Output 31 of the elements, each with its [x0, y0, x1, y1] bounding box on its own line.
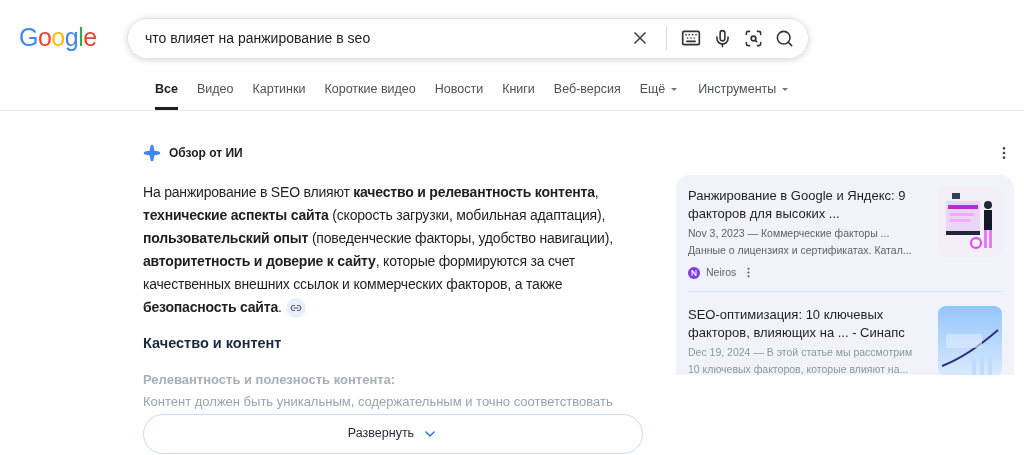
search-tab[interactable]: Книги: [502, 76, 535, 110]
faded-text: Контент должен быть уникальным, содержательным и точно соответствовать: [143, 393, 614, 412]
section-heading: Качество и контент: [143, 334, 283, 353]
microphone-icon[interactable]: [713, 28, 732, 48]
search-input[interactable]: что влияет на ранжирование в seo: [145, 27, 622, 49]
link-icon[interactable]: [285, 298, 306, 319]
search-tab[interactable]: Веб-версия: [553, 76, 621, 110]
source-snippet: Данные о лицензиях и сертификатах. Катал...: [688, 243, 913, 258]
keyboard-icon[interactable]: [681, 28, 701, 48]
search-tab[interactable]: Инструменты: [698, 76, 791, 110]
sparkle-icon: [143, 144, 161, 162]
search-tab[interactable]: Картинки: [252, 76, 306, 110]
summary-text: На ранжирование в SEO влияют качество и релевантность контента, технические аспекты сайта (скорость загрузки, мобильная адаптация), пользовательский опыт (поведенческие факторы, удобство навигации), авторитетность и доверие к сайту, которые формируются за счет качественных внешних ссылок и коммерческих факторов, а также безопасность сайта.: [143, 181, 643, 319]
source-title[interactable]: Ранжирование в Google и Яндекс: 9 факторов для высоких ...: [688, 187, 928, 223]
camera-icon[interactable]: [744, 28, 763, 48]
google-logo[interactable]: Google: [19, 19, 127, 57]
search-tab[interactable]: Видео: [196, 76, 234, 110]
source-snippet: Dec 19, 2024 — В этой статье мы рассмотрим: [688, 344, 914, 360]
site-name: Neiros: [706, 265, 737, 280]
subheading: Релевантность и полезность контента:: [143, 370, 397, 389]
search-tab[interactable]: Ещё: [639, 76, 680, 110]
search-tab[interactable]: Новости: [434, 76, 484, 110]
ai-overview-title: Обзор от ИИ: [169, 145, 243, 162]
search-tab[interactable]: Все: [155, 76, 178, 110]
source-snippet: Nov 3, 2023 — Коммерческие факторы ...: [688, 226, 891, 241]
source-title[interactable]: SEO-оптимизация: 10 ключевых факторов, влияющих на ... - Синапс: [688, 305, 928, 342]
search-icon[interactable]: [775, 28, 794, 48]
source-snippet: 10 ключевых факторов, которые влияют на...: [688, 361, 910, 375]
site-favicon-icon: [688, 266, 700, 279]
search-tab[interactable]: Короткие видео: [324, 76, 416, 110]
expand-button[interactable]: Развернуть: [143, 413, 643, 454]
